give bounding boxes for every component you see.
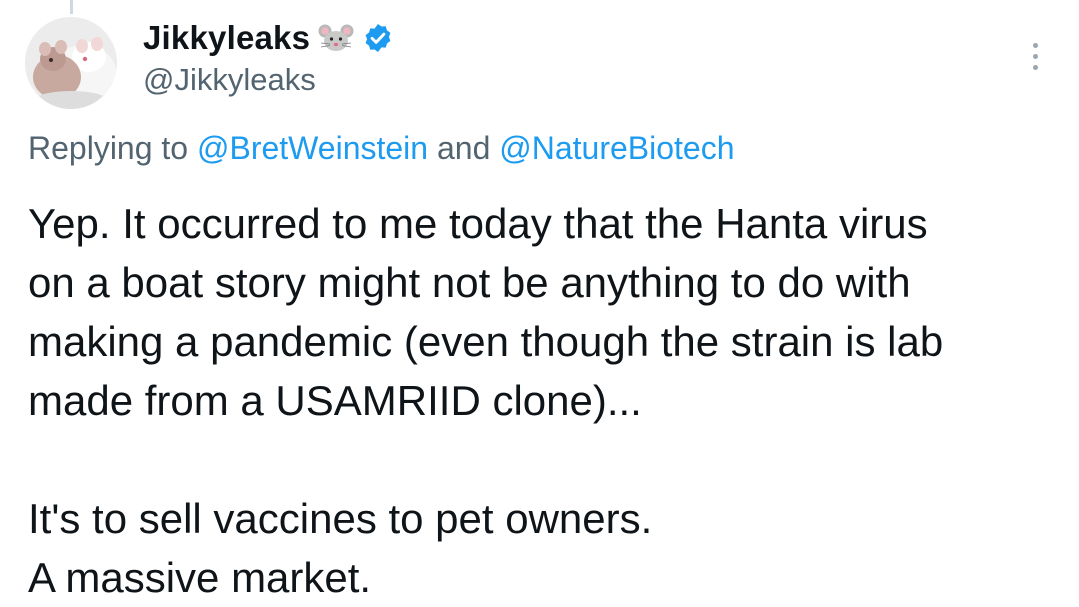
mouse-emoji-icon	[318, 23, 354, 53]
tweet-text-line: A massive market.	[28, 554, 372, 601]
tweet-paragraph-break	[28, 430, 1058, 489]
author-display-name[interactable]: Jikkyleaks	[143, 19, 310, 57]
more-options-icon[interactable]	[1020, 36, 1050, 76]
more-dot	[1032, 64, 1038, 70]
replying-to-line: Replying to @BretWeinstein and @NatureBi…	[28, 130, 735, 167]
author-handle[interactable]: @Jikkyleaks	[143, 62, 316, 98]
mention-naturebiotech[interactable]: @NatureBiotech	[499, 130, 734, 166]
thread-connector-line	[70, 0, 73, 14]
tweet-text: Yep. It occurred to me today that the Ha…	[28, 194, 1058, 607]
rats-avatar-icon	[25, 17, 117, 109]
mention-bretweinstein[interactable]: @BretWeinstein	[197, 130, 428, 166]
author-name-row: Jikkyleaks	[143, 16, 394, 60]
tweet-text-line: It's to sell vaccines to pet owners.	[28, 495, 653, 542]
more-dot	[1032, 42, 1038, 48]
verified-badge-icon[interactable]	[362, 22, 394, 54]
replying-prefix: Replying to	[28, 130, 189, 166]
replying-conjunction: and	[436, 130, 491, 166]
tweet-text-line: making a pandemic (even though the strai…	[28, 318, 944, 365]
tweet-text-line: on a boat story might not be anything to…	[28, 259, 911, 306]
author-avatar[interactable]	[25, 17, 117, 109]
tweet-text-line: Yep. It occurred to me today that the Ha…	[28, 200, 928, 247]
more-dot	[1032, 53, 1038, 59]
tweet-text-line: made from a USAMRIID clone)...	[28, 377, 642, 424]
